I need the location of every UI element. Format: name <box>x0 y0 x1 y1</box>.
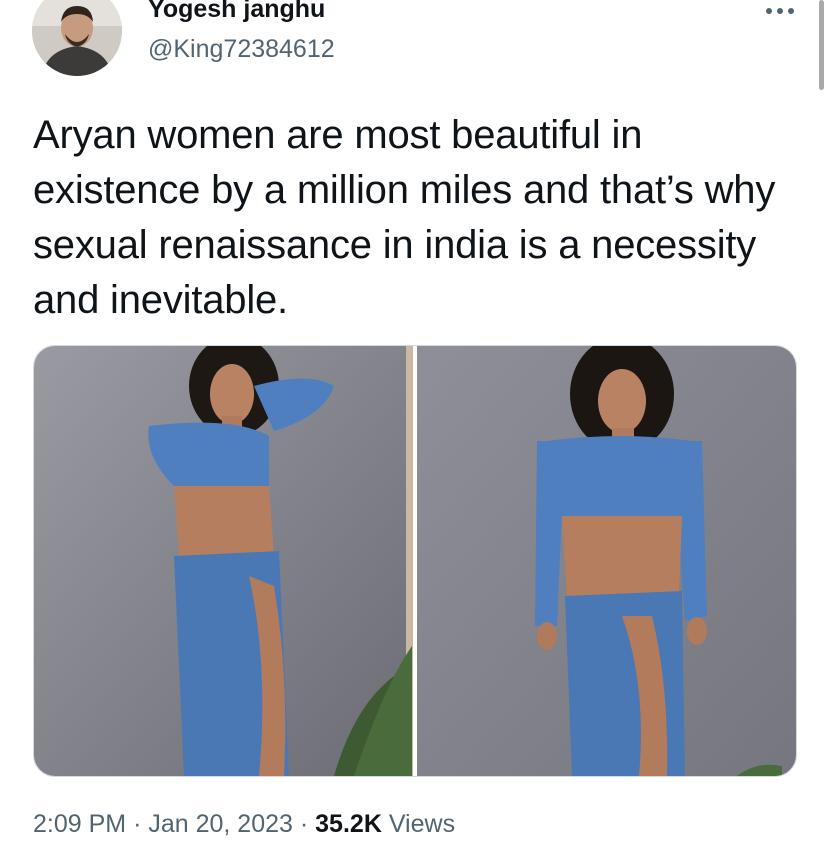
more-dots-icon <box>766 8 794 14</box>
user-avatar-icon <box>32 0 122 76</box>
media-grid <box>33 345 797 777</box>
photo-left-image <box>34 346 413 776</box>
tweet-time[interactable]: 2:09 PM <box>33 810 126 838</box>
tweet-text: Aryan women are most beautiful in existe… <box>33 113 776 322</box>
views-count[interactable]: 35.2K <box>315 810 382 838</box>
avatar[interactable] <box>32 0 122 76</box>
meta-separator: · <box>133 810 142 838</box>
more-options-button[interactable] <box>760 0 800 22</box>
author-handle[interactable]: @King72384612 <box>148 34 335 64</box>
author-display-name[interactable]: Yogesh janghu <box>148 0 325 24</box>
photo-left[interactable] <box>34 346 413 776</box>
photo-right[interactable] <box>417 346 796 776</box>
views-label[interactable]: Views <box>389 810 455 838</box>
photo-right-image <box>417 346 796 776</box>
meta-separator: · <box>299 810 309 838</box>
scrollbar[interactable] <box>819 0 824 90</box>
tweet-meta: 2:09 PM · Jan 20, 2023 · 35.2K Views <box>33 808 455 840</box>
tweet-date[interactable]: Jan 20, 2023 <box>148 810 293 838</box>
